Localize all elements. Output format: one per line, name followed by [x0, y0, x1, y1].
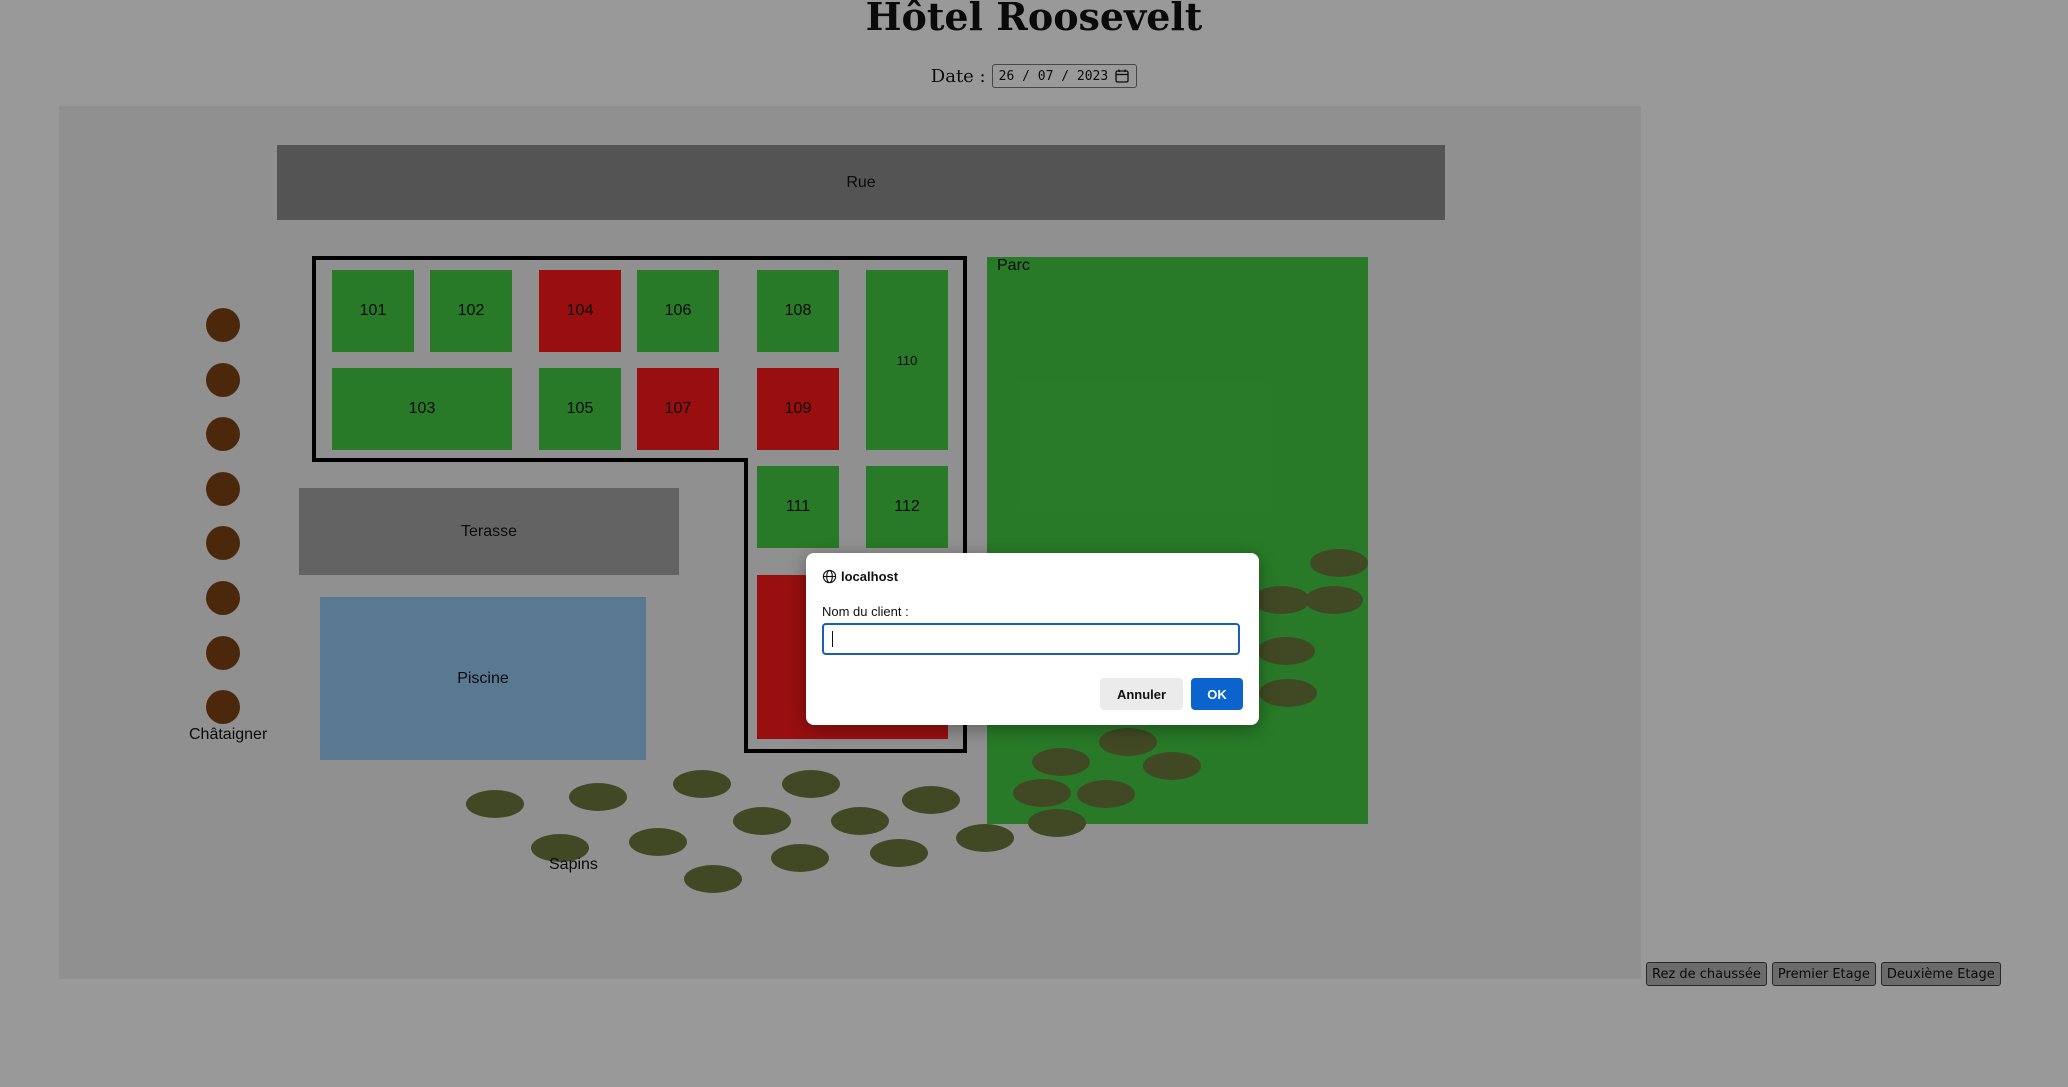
cancel-button[interactable]: Annuler — [1100, 678, 1183, 710]
dialog-message: Nom du client : — [822, 604, 909, 619]
client-name-input[interactable] — [822, 623, 1240, 655]
dialog-origin: localhost — [822, 569, 898, 584]
prompt-dialog: localhost Nom du client : Annuler OK — [806, 553, 1259, 725]
modal-overlay — [0, 0, 2068, 1087]
ok-button[interactable]: OK — [1191, 678, 1243, 710]
globe-icon — [822, 569, 837, 584]
text-caret — [832, 631, 833, 647]
dialog-origin-text: localhost — [841, 569, 899, 584]
